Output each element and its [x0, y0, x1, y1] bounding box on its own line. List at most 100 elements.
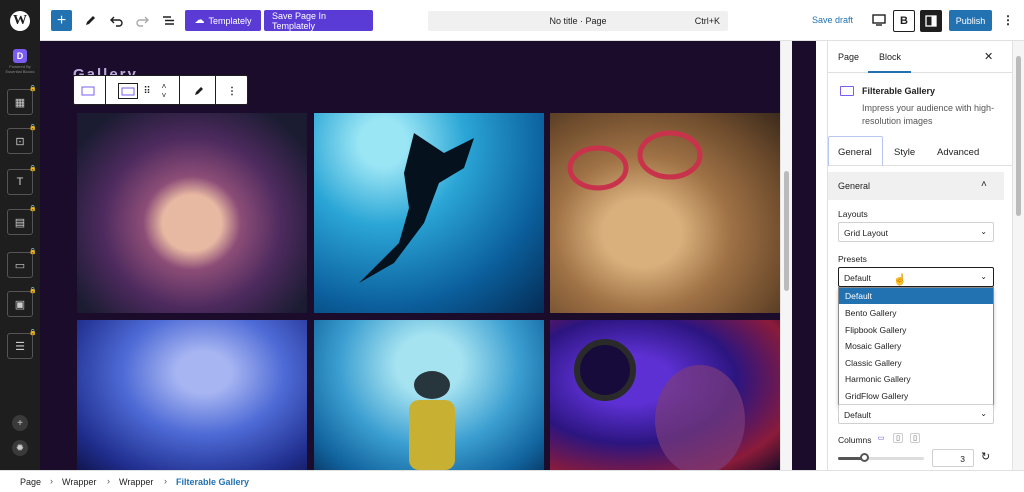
- add-block-button[interactable]: +: [51, 10, 72, 31]
- presets-select[interactable]: Default ⌄: [838, 267, 994, 287]
- essential-blocks-logo: D: [13, 49, 27, 63]
- image-icon[interactable]: 🔒 ▣: [7, 288, 36, 317]
- gallery-image-portrait-woman[interactable]: [77, 113, 307, 313]
- sidebar-tabs: Page Block ✕: [828, 41, 1013, 73]
- preview-icon[interactable]: [871, 12, 887, 28]
- list-icon[interactable]: 🔒 ☰: [7, 330, 36, 359]
- columns-input[interactable]: 3: [932, 449, 974, 467]
- lock-icon: 🔒: [29, 166, 37, 172]
- preset-option[interactable]: Harmonic Gallery: [839, 371, 993, 387]
- parent-block-icon[interactable]: [79, 83, 97, 99]
- editor-canvas: Gallery: [40, 41, 816, 470]
- wordpress-logo-button[interactable]: W: [0, 0, 40, 41]
- form-icon[interactable]: 🔒 ▭: [7, 249, 36, 278]
- preset-option[interactable]: Classic Gallery: [839, 355, 993, 371]
- tab-block[interactable]: Block: [879, 52, 901, 62]
- breadcrumb-page[interactable]: Page: [20, 477, 41, 487]
- top-toolbar: W + ☁ Templately Save Page In Templately…: [0, 0, 1024, 41]
- block-editor: W + ☁ Templately Save Page In Templately…: [0, 0, 1024, 492]
- active-tab-indicator: [868, 71, 911, 73]
- command-bar[interactable]: No title · Page Ctrl+K: [428, 11, 728, 31]
- mobile-icon[interactable]: ▯: [910, 433, 920, 443]
- save-page-in-templately-button[interactable]: Save Page In Templately: [264, 10, 373, 31]
- canvas-scroll-thumb[interactable]: [784, 171, 789, 291]
- lock-icon: 🔒: [29, 206, 37, 212]
- tab-style[interactable]: Style: [894, 147, 915, 158]
- tab-general[interactable]: General: [838, 147, 872, 158]
- glasses-shape: [567, 130, 703, 191]
- columns-label: Columns: [838, 435, 872, 445]
- reset-icon[interactable]: ↻: [981, 450, 990, 463]
- breadcrumb: Page › Wrapper › Wrapper › Filterable Ga…: [0, 470, 1024, 492]
- layouts-value: Grid Layout: [844, 228, 888, 238]
- tab-advanced[interactable]: Advanced: [937, 147, 979, 158]
- focus-icon[interactable]: 🔒 ⊡: [7, 125, 36, 154]
- gallery-icon[interactable]: 🔒 ▦: [7, 86, 36, 115]
- preset-option[interactable]: Default: [839, 288, 993, 304]
- diver-silhouette: [359, 133, 474, 283]
- gallery-image-woman-glasses[interactable]: [550, 113, 780, 313]
- layouts-select[interactable]: Grid Layout ⌄: [838, 222, 994, 242]
- sidebar-scrollbar[interactable]: [1012, 41, 1024, 470]
- tablet-icon[interactable]: ▯: [893, 433, 903, 443]
- columns-row: Columns ▭ ▯ ▯: [838, 433, 998, 447]
- block-description: Impress your audience with high-resoluti…: [862, 103, 995, 126]
- pencil-icon[interactable]: [82, 12, 98, 28]
- tab-page[interactable]: Page: [838, 52, 859, 62]
- magnifier-shape: [574, 339, 745, 470]
- layouts-label: Layouts: [838, 209, 868, 219]
- command-bar-shortcut: Ctrl+K: [694, 16, 720, 26]
- drag-handle-icon[interactable]: ⠿: [142, 83, 152, 99]
- presets-dropdown: Default Bento Gallery Flipbook Gallery M…: [838, 287, 994, 406]
- chevron-down-icon: ⌄: [980, 409, 987, 418]
- gallery-image-diver-blue[interactable]: [314, 320, 544, 470]
- chevron-down-icon: ⌄: [980, 272, 987, 281]
- filterable-gallery-icon: [840, 86, 854, 96]
- redo-icon[interactable]: [134, 12, 150, 28]
- preset-option[interactable]: GridFlow Gallery: [839, 388, 993, 404]
- move-up-down-icon[interactable]: ˄ ˅: [158, 78, 170, 104]
- general-panel-header[interactable]: General ˄: [828, 172, 1004, 200]
- document-overview-icon[interactable]: [160, 12, 176, 28]
- chevron-right-icon: ›: [50, 476, 53, 486]
- block-type-icon[interactable]: [118, 83, 138, 99]
- chevron-down-icon: ⌄: [980, 227, 987, 236]
- undo-icon[interactable]: [108, 12, 124, 28]
- more-options-icon[interactable]: ⋮: [1000, 12, 1016, 28]
- preset-option[interactable]: Mosaic Gallery: [839, 338, 993, 354]
- gallery-image-man-magnifier[interactable]: [550, 320, 780, 470]
- essential-blocks-icon[interactable]: B: [893, 10, 915, 32]
- preset-option[interactable]: Flipbook Gallery: [839, 322, 993, 338]
- block-options-icon[interactable]: ⋮: [226, 83, 238, 99]
- slider-handle[interactable]: [859, 453, 869, 462]
- save-draft-button[interactable]: Save draft: [812, 15, 853, 25]
- templately-label: Templately: [208, 15, 252, 26]
- columns-slider[interactable]: [838, 453, 924, 462]
- breadcrumb-wrapper[interactable]: Wrapper: [62, 477, 96, 487]
- plus-icon[interactable]: +: [12, 415, 28, 431]
- text-icon[interactable]: 🔒 T: [7, 166, 36, 195]
- panel-title: General: [838, 181, 871, 191]
- gallery-image-diver-purple[interactable]: [77, 320, 307, 470]
- lock-icon: 🔒: [29, 288, 37, 294]
- edit-pen-icon[interactable]: [191, 83, 207, 99]
- settings-sidebar: Page Block ✕ Filterable Gallery Impress …: [827, 41, 1013, 470]
- settings-sidebar-icon[interactable]: [920, 10, 942, 32]
- breadcrumb-filterable-gallery[interactable]: Filterable Gallery: [176, 477, 249, 487]
- wordpress-icon: W: [10, 10, 30, 31]
- essential-blocks-brand: D Powered By Essential Blocks: [5, 49, 35, 74]
- lock-icon: 🔒: [29, 330, 37, 336]
- publish-button[interactable]: Publish: [949, 10, 992, 31]
- second-select[interactable]: Default ⌄: [838, 404, 994, 424]
- templately-button[interactable]: ☁ Templately: [185, 10, 261, 31]
- settings-icon[interactable]: ✹: [12, 440, 28, 456]
- desktop-icon[interactable]: ▭: [876, 433, 886, 443]
- sidebar-scroll-thumb[interactable]: [1016, 56, 1021, 216]
- preset-option[interactable]: Bento Gallery: [839, 305, 993, 321]
- toolbar-icon[interactable]: 🔒 ▤: [7, 206, 36, 235]
- breadcrumb-wrapper[interactable]: Wrapper: [119, 477, 153, 487]
- canvas-scrollbar[interactable]: [780, 41, 792, 470]
- diver-figure: [409, 371, 455, 470]
- gallery-image-diver-silhouette[interactable]: [314, 113, 544, 313]
- close-icon[interactable]: ✕: [984, 50, 993, 63]
